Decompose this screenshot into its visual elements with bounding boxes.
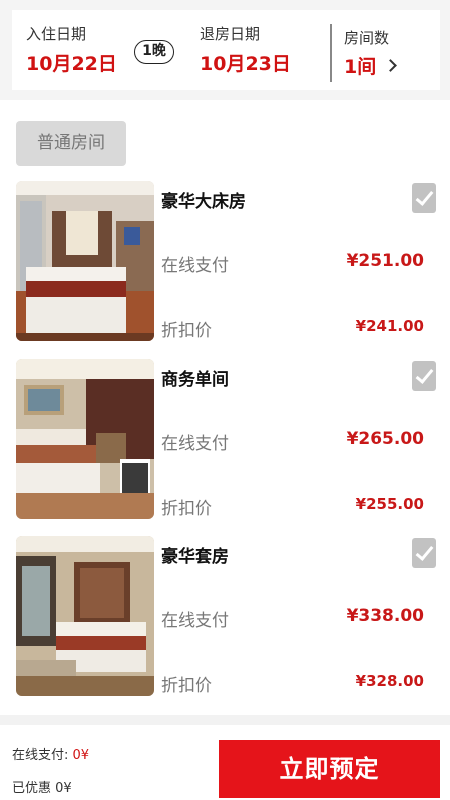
- discount-price: ¥255.00: [355, 495, 424, 513]
- booking-footer: 在线支付: 0¥ 已优惠 0¥ 立即预定: [0, 725, 450, 800]
- checkout-date: 10月23日: [200, 53, 291, 75]
- checkbox-icon[interactable]: [412, 183, 436, 213]
- room-type-tab[interactable]: 普通房间: [16, 121, 126, 166]
- online-pay-summary-value: 0¥: [72, 748, 90, 763]
- discount-label: 折扣价: [161, 499, 212, 519]
- online-pay-label: 在线支付: [161, 434, 229, 454]
- saved-summary: 已优惠 0¥: [12, 777, 72, 796]
- checkin-date: 10月22日: [26, 53, 117, 75]
- discount-label: 折扣价: [161, 676, 212, 696]
- online-pay-summary: 在线支付: 0¥: [12, 744, 89, 763]
- room-count-value: 1间: [344, 56, 377, 78]
- online-pay-price: ¥251.00: [346, 251, 424, 271]
- room-item[interactable]: 豪华大床房 在线支付 ¥251.00 折扣价 ¥241.00: [0, 181, 450, 343]
- checkbox-icon[interactable]: [412, 361, 436, 391]
- room-name: 豪华大床房: [161, 192, 246, 212]
- nights-badge: 1晚: [134, 40, 174, 64]
- online-pay-price: ¥338.00: [346, 606, 424, 626]
- online-pay-label: 在线支付: [161, 611, 229, 631]
- room-item[interactable]: 商务单间 在线支付 ¥265.00 折扣价 ¥255.00: [0, 359, 450, 521]
- room-count-value-row: 1间: [344, 54, 398, 80]
- room-name: 商务单间: [161, 370, 229, 390]
- saved-summary-label: 已优惠: [12, 781, 52, 796]
- checkout-label: 退房日期: [200, 25, 261, 43]
- room-photo: [16, 181, 154, 341]
- online-pay-price: ¥265.00: [346, 429, 424, 449]
- discount-price: ¥241.00: [355, 317, 424, 335]
- date-header: 入住日期 10月22日 1晚 退房日期 10月23日 房间数 1间: [0, 0, 450, 100]
- checkbox-icon[interactable]: [412, 538, 436, 568]
- room-count-label: 房间数: [344, 29, 390, 47]
- room-photo: [16, 359, 154, 519]
- checkin-label: 入住日期: [26, 25, 87, 43]
- online-pay-label: 在线支付: [161, 256, 229, 276]
- checkin-date-selector[interactable]: 入住日期 10月22日: [26, 24, 117, 76]
- checkout-date-selector[interactable]: 退房日期 10月23日: [200, 24, 291, 76]
- room-count-selector[interactable]: 房间数 1间: [344, 28, 398, 80]
- chevron-right-icon: [384, 59, 398, 72]
- divider: [330, 24, 332, 82]
- room-photo: [16, 536, 154, 696]
- date-selector-card: 入住日期 10月22日 1晚 退房日期 10月23日 房间数 1间: [12, 10, 440, 90]
- saved-summary-value: 0¥: [55, 781, 72, 796]
- room-list-panel: 普通房间 豪华大床房 在线支付 ¥251.00 折扣价 ¥241.00 商务单间…: [0, 100, 450, 715]
- online-pay-summary-label: 在线支付:: [12, 748, 69, 763]
- book-now-button[interactable]: 立即预定: [219, 740, 440, 798]
- room-item[interactable]: 豪华套房 在线支付 ¥338.00 折扣价 ¥328.00: [0, 536, 450, 698]
- discount-price: ¥328.00: [355, 672, 424, 690]
- discount-label: 折扣价: [161, 321, 212, 341]
- room-name: 豪华套房: [161, 547, 229, 567]
